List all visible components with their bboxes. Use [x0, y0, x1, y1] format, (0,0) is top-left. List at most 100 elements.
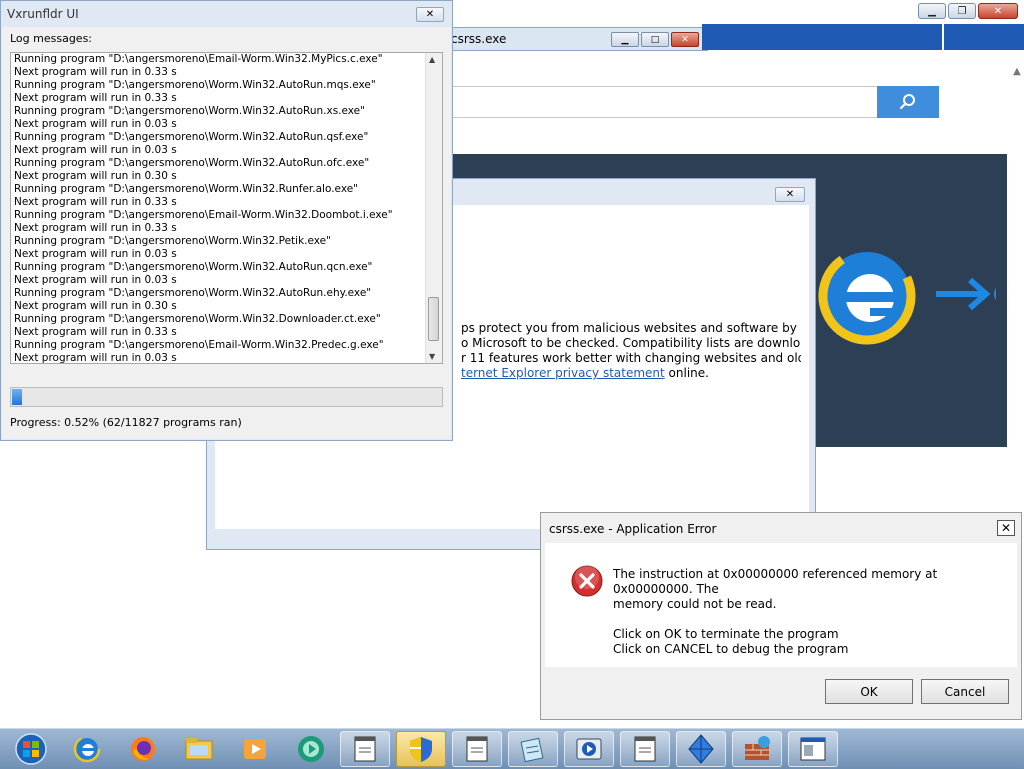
log-line: Running program "D:\angersmoreno\Worm.Wi…	[14, 287, 372, 299]
search-input[interactable]	[452, 86, 878, 118]
error-message: The instruction at 0x00000000 referenced…	[613, 567, 1003, 657]
privacy-text: ps protect you from malicious websites a…	[461, 321, 801, 381]
ie-tab-bar-fill	[702, 24, 942, 50]
taskbar-button-firefox[interactable]	[118, 731, 168, 767]
taskbar-button-media-center[interactable]	[564, 731, 614, 767]
taskbar-button-notepad-edit[interactable]	[508, 731, 558, 767]
taskbar-button-notepad-app[interactable]	[340, 731, 390, 767]
text-line: r 11 features work better with changing …	[461, 351, 801, 365]
console-app-icon	[798, 734, 828, 764]
log-line: Running program "D:\angersmoreno\Email-W…	[14, 209, 393, 221]
dialog-title: csrss.exe - Application Error	[549, 522, 717, 536]
taskbar-button-uac-shield[interactable]	[396, 731, 446, 767]
arrow-right-icon	[936, 277, 996, 311]
log-scrollbar[interactable]: ▲ ▼	[425, 53, 442, 363]
log-line: Running program "D:\angersmoreno\Worm.Wi…	[14, 157, 370, 169]
text-line: ps protect you from malicious websites a…	[461, 321, 801, 335]
minimize-button[interactable]: ▁	[611, 32, 639, 47]
file-explorer-icon	[183, 735, 215, 763]
log-line: Running program "D:\angersmoreno\Worm.Wi…	[14, 261, 373, 273]
scroll-up-arrow-icon[interactable]: ▲	[1010, 66, 1024, 82]
taskbar-button-internet-explorer[interactable]	[62, 731, 112, 767]
log-line: Next program will run in 0.33 s	[14, 326, 177, 338]
taskbar-button-blue-diamond[interactable]	[676, 731, 726, 767]
privacy-statement-link[interactable]: ternet Explorer privacy statement	[461, 366, 665, 380]
minimize-button[interactable]: ▁	[918, 3, 946, 19]
notepad-edit-icon	[518, 734, 548, 764]
log-label: Log messages:	[10, 32, 93, 45]
progress-bar-fill	[12, 389, 22, 405]
log-line: Running program "D:\angersmoreno\Worm.Wi…	[14, 235, 331, 247]
taskbar-button-media-player[interactable]	[230, 731, 280, 767]
application-error-dialog: csrss.exe - Application Error ✕ The inst…	[540, 512, 1022, 720]
log-line: Next program will run in 0.03 s	[14, 248, 177, 260]
progress-bar	[10, 387, 443, 407]
internet-explorer-icon	[72, 734, 102, 764]
maximize-button[interactable]: □	[641, 32, 669, 47]
taskbar-button-firewall[interactable]	[732, 731, 782, 767]
close-icon: ✕	[681, 34, 689, 45]
ie-tab-strip: csrss.exe ▁ □ ✕	[440, 24, 1024, 53]
close-button[interactable]: ✕	[671, 32, 699, 47]
taskbar-button-file-explorer[interactable]	[174, 731, 224, 767]
tab-window-buttons: ▁ □ ✕	[611, 32, 699, 47]
uac-shield-icon	[406, 734, 436, 764]
taskbar-button-notepad-app[interactable]	[620, 731, 670, 767]
log-line: Next program will run in 0.33 s	[14, 196, 177, 208]
message-line: memory could not be read.	[613, 597, 777, 611]
taskbar-button-notepad-app[interactable]	[452, 731, 502, 767]
log-line: Running program "D:\angersmoreno\Worm.Wi…	[14, 183, 359, 195]
dialog-body: The instruction at 0x00000000 referenced…	[545, 543, 1017, 667]
ok-button[interactable]: OK	[825, 679, 913, 704]
taskbar-button-start-orb[interactable]	[6, 731, 56, 767]
error-icon	[571, 565, 603, 597]
minimize-icon: ▁	[621, 34, 629, 45]
close-icon: ✕	[993, 5, 1003, 17]
start-orb-icon	[14, 732, 48, 766]
log-line: Next program will run in 0.03 s	[14, 274, 177, 286]
log-line: Running program "D:\angersmoreno\Email-W…	[14, 53, 383, 65]
close-button[interactable]: ✕	[416, 7, 444, 22]
scroll-thumb[interactable]	[428, 297, 439, 341]
log-line: Next program will run in 0.33 s	[14, 66, 177, 78]
search-button[interactable]	[877, 86, 939, 118]
message-line: Click on OK to terminate the program	[613, 627, 839, 641]
log-messages-box[interactable]: Running program "D:\angersmoreno\Email-W…	[10, 52, 443, 364]
green-app-icon	[295, 733, 327, 765]
tab-label: csrss.exe	[451, 32, 507, 46]
close-button[interactable]: ✕	[978, 3, 1018, 19]
close-button[interactable]: ✕	[775, 187, 805, 202]
notepad-app-icon	[631, 734, 659, 764]
close-icon: ✕	[425, 9, 435, 20]
log-line: Next program will run in 0.33 s	[14, 92, 177, 104]
log-line: Running program "D:\angersmoreno\Worm.Wi…	[14, 131, 369, 143]
window-client-area: Log messages: Running program "D:\angers…	[2, 27, 451, 439]
scroll-up-arrow-icon[interactable]: ▲	[429, 55, 435, 64]
cancel-button[interactable]: Cancel	[921, 679, 1009, 704]
log-line: Next program will run in 0.03 s	[14, 352, 177, 364]
log-line: Running program "D:\angersmoreno\Worm.Wi…	[14, 105, 365, 117]
taskbar-button-console-app[interactable]	[788, 731, 838, 767]
close-button[interactable]: ✕	[997, 520, 1015, 536]
notepad-app-icon	[351, 734, 379, 764]
log-line: Next program will run in 0.30 s	[14, 170, 177, 182]
log-line: Next program will run in 0.33 s	[14, 222, 177, 234]
media-player-icon	[240, 734, 270, 764]
firefox-icon	[128, 734, 158, 764]
maximize-icon: □	[650, 34, 660, 45]
close-icon: ✕	[1000, 521, 1012, 535]
log-line: Next program will run in 0.30 s	[14, 300, 177, 312]
minimize-icon: ▁	[928, 5, 936, 17]
blue-diamond-icon	[687, 733, 715, 765]
taskbar-preview-csrss[interactable]: csrss.exe ▁ □ ✕	[440, 27, 708, 51]
taskbar	[0, 728, 1024, 769]
scroll-down-arrow-icon[interactable]: ▼	[429, 352, 435, 361]
window-title: Vxrunfldr UI	[7, 7, 79, 21]
internet-explorer-logo-icon	[818, 247, 916, 345]
log-line: Running program "D:\angersmoreno\Worm.Wi…	[14, 79, 376, 91]
notepad-app-icon	[463, 734, 491, 764]
text-line: o Microsoft to be checked. Compatibility…	[461, 336, 801, 350]
restore-button[interactable]: ❐	[948, 3, 976, 19]
taskbar-button-green-app[interactable]	[286, 731, 336, 767]
